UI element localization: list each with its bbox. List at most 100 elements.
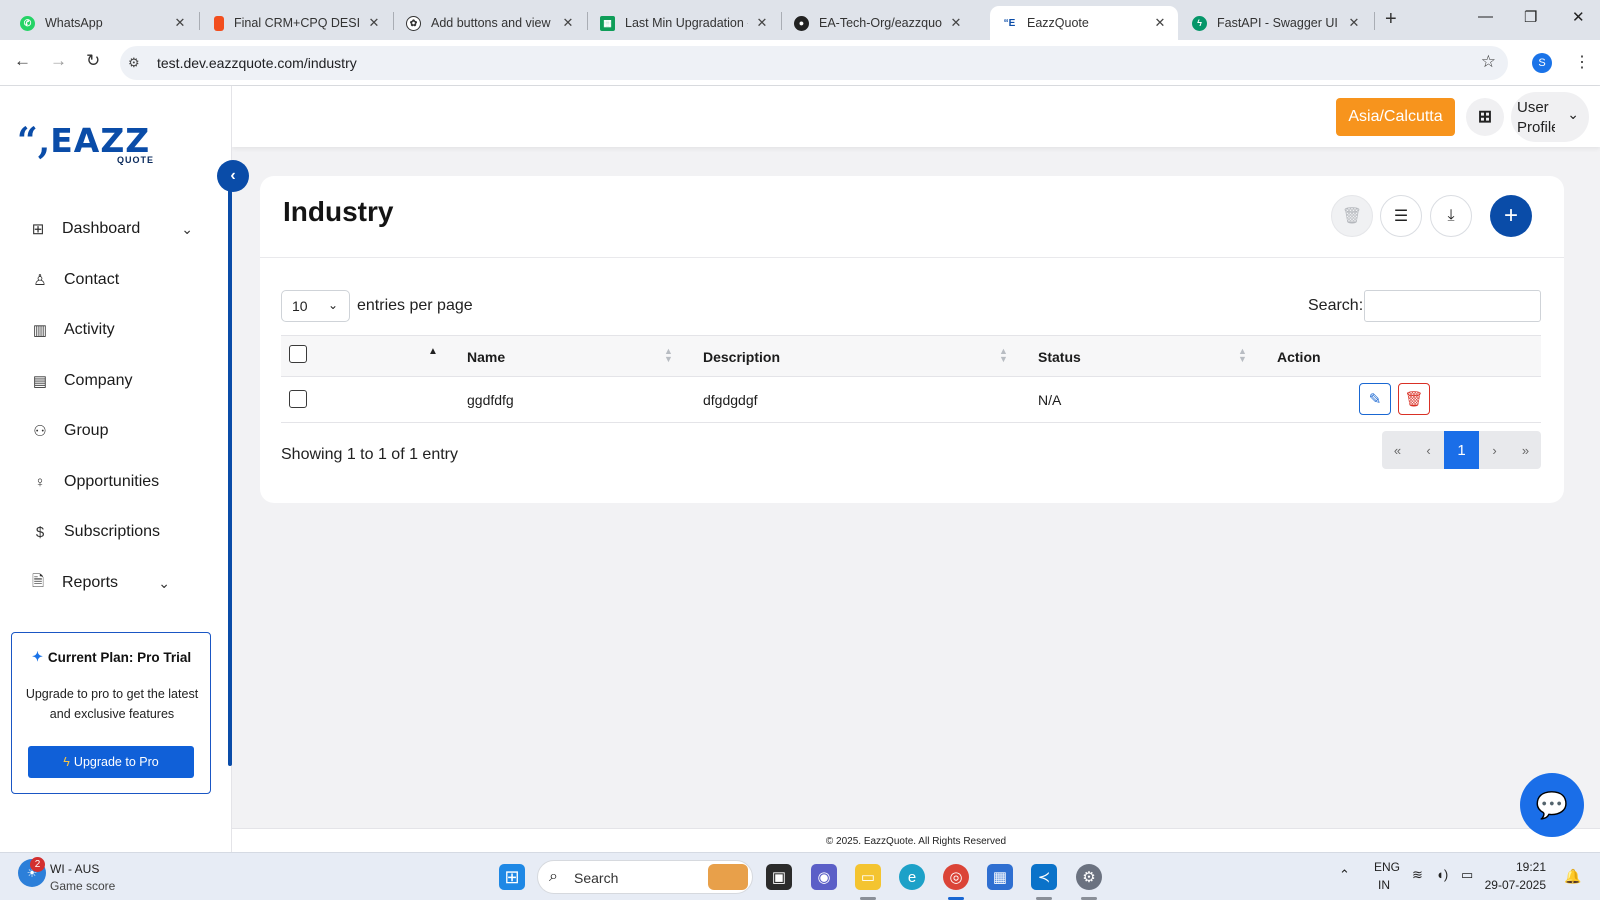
tab-whatsapp[interactable]: ✆ WhatsApp ✕ — [0, 6, 198, 40]
widget-subtitle[interactable]: Game score — [50, 879, 115, 893]
search-input[interactable] — [1364, 290, 1541, 322]
close-icon[interactable]: ✕ — [1152, 15, 1168, 31]
volume-icon[interactable]: ◖) — [1436, 867, 1448, 882]
close-icon[interactable]: ✕ — [754, 15, 770, 31]
edit-button[interactable]: ✎ — [1359, 383, 1391, 415]
sort-icon[interactable]: ▲ ▼ — [664, 347, 673, 364]
task-view-icon[interactable]: ▣ — [766, 864, 792, 890]
sidebar-item-opportunities[interactable]: ♀ Opportunities — [30, 466, 200, 498]
sidebar-item-company[interactable]: ▤ Company — [30, 365, 200, 397]
sidebar-item-subscriptions[interactable]: $ Subscriptions — [30, 516, 200, 548]
close-icon[interactable]: ✕ — [948, 15, 964, 31]
tab-chatgpt[interactable]: ✿ Add buttons and view ✕ — [394, 6, 586, 40]
prev-page-button[interactable]: ‹ — [1413, 431, 1444, 469]
sheets-icon: ▦ — [600, 15, 615, 31]
vscode-icon[interactable]: ≺ — [1031, 864, 1057, 890]
cell-description: dfgdgdgf — [703, 392, 758, 408]
entries-per-page-select[interactable]: 10 ⌄ — [281, 290, 350, 322]
back-arrow-icon[interactable]: ← — [14, 51, 31, 71]
tab-figma[interactable]: Final CRM+CPQ DESIGN ✕ — [200, 6, 392, 40]
column-header-description[interactable]: Description — [703, 349, 780, 365]
row-checkbox[interactable] — [289, 390, 307, 408]
close-icon[interactable]: ✕ — [366, 15, 382, 31]
language-indicator[interactable]: ENG — [1374, 860, 1400, 874]
add-industry-button[interactable]: + — [1490, 195, 1532, 237]
sidebar-collapse-button[interactable]: ‹ — [217, 160, 249, 192]
settings-gear-icon[interactable]: ⚙ — [1076, 864, 1102, 890]
microsoft-store-icon[interactable]: ▦ — [987, 864, 1013, 890]
sidebar-item-contact[interactable]: ♙ Contact — [30, 264, 200, 296]
industry-card: Industry 🗑 ☰ ⤓ + 10 ⌄ entries per page S… — [260, 176, 1564, 503]
dollar-icon: $ — [35, 523, 45, 541]
tab-fastapi[interactable]: ϟ FastAPI - Swagger UI ✕ — [1180, 6, 1372, 40]
teams-chat-icon[interactable]: ◉ — [811, 864, 837, 890]
filter-button[interactable]: ☰ — [1380, 195, 1422, 237]
forward-arrow-icon[interactable]: → — [50, 51, 67, 71]
omnibox[interactable]: ⚙ test.dev.eazzquote.com/industry ☆ — [120, 46, 1508, 80]
site-settings-icon[interactable]: ⚙ — [128, 55, 140, 71]
notification-bell-icon[interactable]: 🔔 — [1564, 868, 1581, 885]
minimize-icon[interactable]: — — [1478, 8, 1493, 25]
chat-button[interactable]: 💬 — [1520, 773, 1584, 837]
close-icon[interactable]: ✕ — [560, 15, 576, 31]
widget-title[interactable]: WI - AUS — [50, 862, 99, 876]
tab-github[interactable]: ● EA-Tech-Org/eazzquote ✕ — [782, 6, 974, 40]
next-page-button[interactable]: › — [1479, 431, 1510, 469]
sidebar-scrollbar[interactable] — [228, 175, 232, 766]
language-region[interactable]: IN — [1378, 878, 1390, 892]
taskbar-search[interactable]: ⌕ Search — [537, 860, 753, 894]
delete-selected-button[interactable]: 🗑 — [1331, 195, 1373, 237]
whatsapp-icon: ✆ — [20, 15, 35, 31]
page-1-button[interactable]: 1 — [1444, 431, 1479, 469]
chrome-browser-icon[interactable]: ◎ — [943, 864, 969, 890]
url-text[interactable]: test.dev.eazzquote.com/industry — [157, 55, 357, 71]
close-icon[interactable]: ✕ — [172, 15, 188, 31]
tab-eazzquote[interactable]: “E EazzQuote ✕ — [990, 6, 1178, 40]
first-page-button[interactable]: « — [1382, 431, 1413, 469]
sidebar-item-label: Activity — [64, 321, 115, 338]
clock-time[interactable]: 19:21 — [1506, 860, 1546, 874]
file-explorer-icon[interactable]: ▭ — [855, 864, 881, 890]
last-page-button[interactable]: » — [1510, 431, 1541, 469]
windows-start-icon[interactable]: ⊞ — [499, 864, 525, 890]
tab-label: WhatsApp — [45, 16, 103, 30]
sort-asc-icon[interactable]: ▲ — [428, 347, 438, 357]
select-all-checkbox[interactable] — [289, 345, 307, 363]
chevron-up-icon[interactable]: ⌃ — [1339, 867, 1350, 883]
browser-menu-icon[interactable]: ⋮ — [1574, 52, 1590, 72]
battery-icon[interactable]: ▭ — [1461, 867, 1473, 883]
chevron-down-icon: ⌄ — [1567, 106, 1579, 122]
tab-sheets[interactable]: ▦ Last Min Upgradation - ✕ — [588, 6, 780, 40]
sidebar-item-activity[interactable]: ▥ Activity — [30, 314, 200, 346]
tab-label: Add buttons and view — [431, 16, 551, 30]
browser-profile-avatar[interactable]: S — [1532, 53, 1552, 73]
sort-icon[interactable]: ▲ ▼ — [1238, 347, 1247, 364]
sort-icon[interactable]: ▲ ▼ — [999, 347, 1008, 364]
apps-grid-button[interactable]: ⊞ — [1466, 98, 1504, 136]
sparkle-icon: ✦ — [32, 649, 43, 664]
eazzquote-logo[interactable]: “, EAZZ QUOTE — [17, 123, 153, 165]
new-tab-plus-icon[interactable]: + — [1385, 8, 1397, 31]
column-header-status[interactable]: Status — [1038, 349, 1081, 365]
upgrade-to-pro-button[interactable]: ϟ Upgrade to Pro — [28, 746, 194, 778]
window-close-icon[interactable]: ✕ — [1572, 8, 1585, 26]
delete-button[interactable]: 🗑 — [1398, 383, 1430, 415]
search-label: Search: — [1308, 297, 1364, 314]
timezone-button[interactable]: Asia/Calcutta — [1336, 98, 1455, 136]
user-profile-menu[interactable]: User Profile ⌄ — [1511, 92, 1589, 142]
restore-icon[interactable]: ❐ — [1524, 8, 1537, 26]
close-icon[interactable]: ✕ — [1346, 15, 1362, 31]
sidebar-item-reports[interactable]: 🗎 Reports ⌄ — [28, 567, 170, 599]
column-header-name[interactable]: Name — [467, 349, 505, 365]
plus-icon: + — [1503, 202, 1518, 229]
sidebar-item-dashboard[interactable]: ⊞ Dashboard ⌄ — [28, 213, 193, 245]
sidebar-item-group[interactable]: ⚇ Group — [30, 415, 200, 447]
edge-browser-icon[interactable]: e — [899, 864, 925, 890]
reload-icon[interactable]: ↻ — [86, 51, 100, 71]
tab-label: Last Min Upgradation - — [625, 16, 748, 30]
download-button[interactable]: ⤓ — [1430, 195, 1472, 237]
wifi-icon[interactable]: ≋ — [1412, 867, 1423, 883]
sidebar: “, EAZZ QUOTE ⊞ Dashboard ⌄ ♙ Contact ▥ … — [0, 86, 232, 852]
clock-date[interactable]: 29-07-2025 — [1478, 878, 1546, 892]
bookmark-star-icon[interactable]: ☆ — [1481, 52, 1496, 72]
